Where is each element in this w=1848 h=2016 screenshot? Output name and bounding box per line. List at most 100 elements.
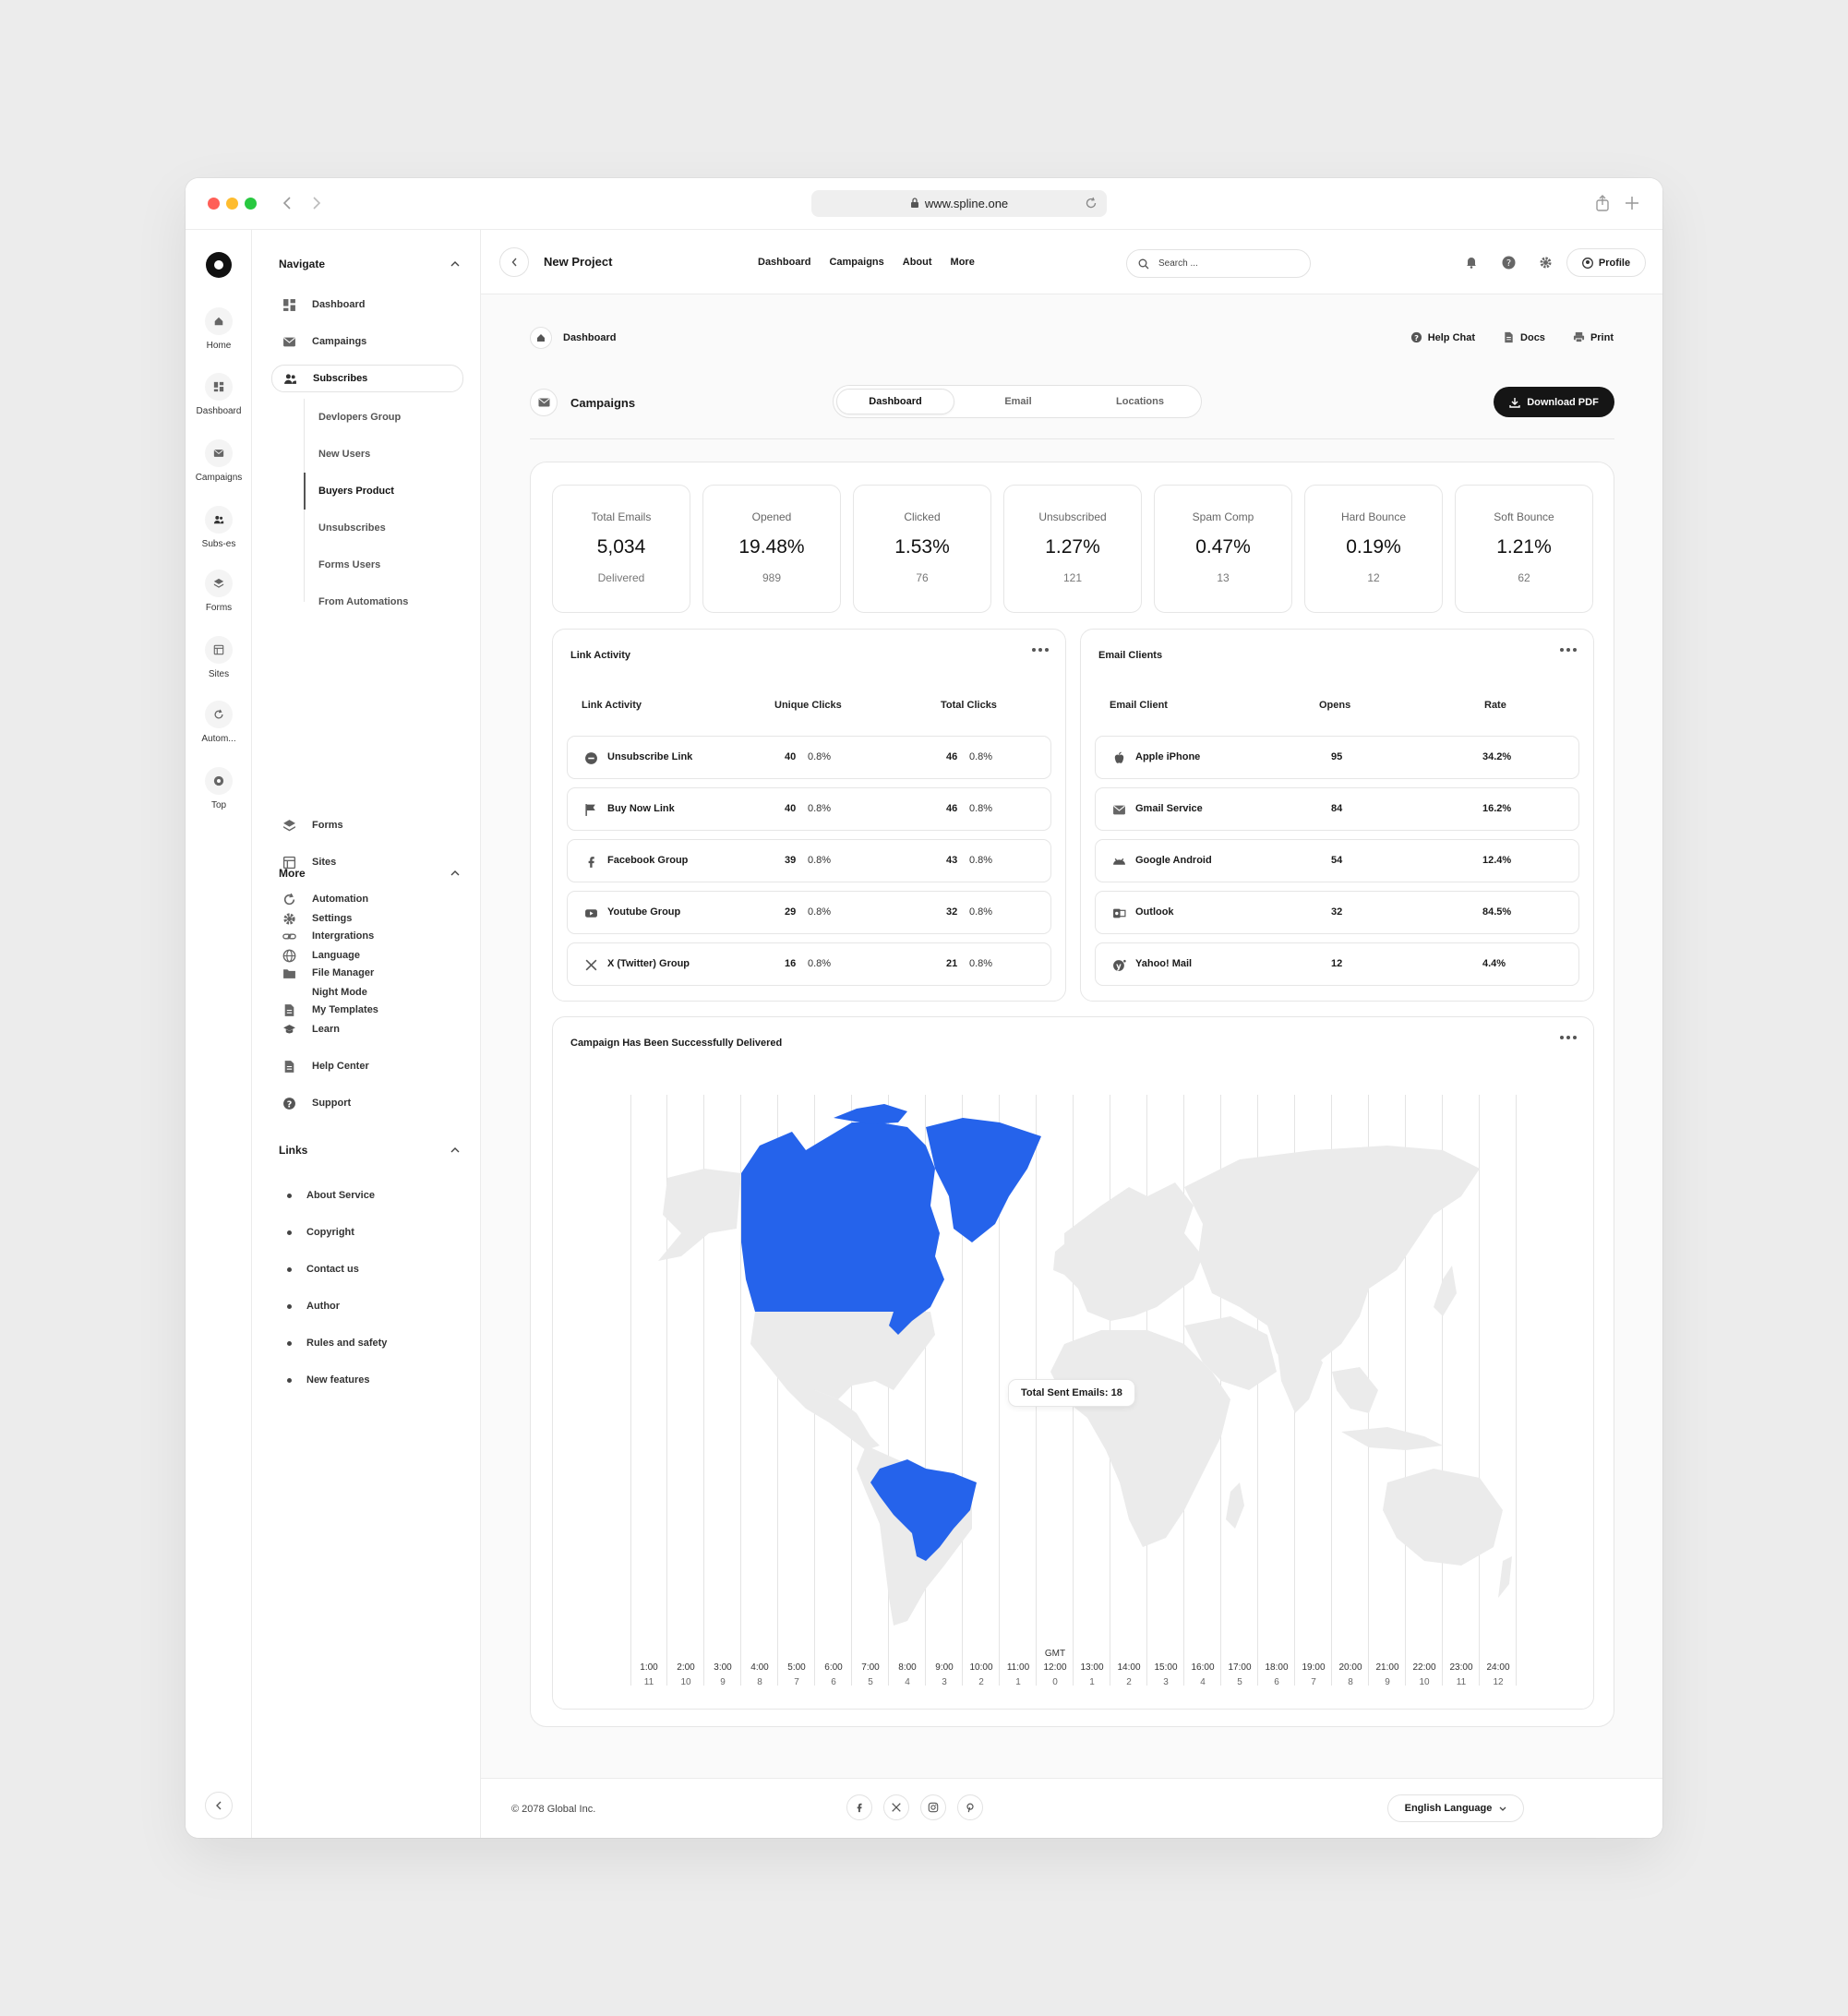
chevron-up-icon[interactable] [450, 1147, 460, 1153]
back-button[interactable] [499, 247, 529, 277]
sidebar-item-night-mode[interactable]: Night Mode [282, 978, 462, 1006]
link-item-rules-and-safety[interactable]: Rules and safety [282, 1329, 462, 1357]
table-row[interactable]: Facebook Group 39 0.8% 43 0.8% [567, 839, 1051, 882]
stat-card-clicked: Clicked 1.53% 76 [853, 485, 991, 613]
link-item-contact-us[interactable]: Contact us [282, 1255, 462, 1283]
subnav-item-buyers-product[interactable]: Buyers Product [318, 482, 394, 500]
file-icon [282, 1059, 297, 1074]
table-row[interactable]: y Yahoo! Mail 12 4.4% [1095, 942, 1579, 986]
table-row[interactable]: Buy Now Link 40 0.8% 46 0.8% [567, 787, 1051, 831]
tab-email[interactable]: Email [959, 389, 1077, 414]
rail-item-home[interactable]: Home [186, 307, 252, 351]
rail-item-forms[interactable]: Forms [186, 570, 252, 613]
maximize-window-button[interactable] [245, 198, 257, 210]
link-item-copyright[interactable]: Copyright [282, 1218, 462, 1246]
rail-item-dashboard[interactable]: Dashboard [186, 373, 252, 416]
unique-clicks-pct: 0.8% [808, 803, 832, 814]
total-clicks: 46 [946, 803, 958, 814]
table-row[interactable]: Apple iPhone 95 34.2% [1095, 736, 1579, 779]
language-select[interactable]: English Language [1387, 1794, 1524, 1822]
share-icon[interactable] [1592, 193, 1613, 213]
facebook-icon[interactable] [846, 1794, 872, 1820]
print-button[interactable]: Print [1573, 331, 1614, 343]
more-options-icon[interactable] [1560, 648, 1577, 652]
top-menu-campaigns[interactable]: Campaigns [829, 257, 883, 268]
more-options-icon[interactable] [1560, 1036, 1577, 1039]
subnav-item-from-automations[interactable]: From Automations [318, 593, 408, 611]
chevron-up-icon[interactable] [450, 261, 460, 267]
subnav-item-unsubscribes[interactable]: Unsubscribes [318, 519, 386, 537]
table-row[interactable]: Unsubscribe Link 40 0.8% 46 0.8% [567, 736, 1051, 779]
chevron-up-icon[interactable] [450, 870, 460, 876]
timezone-time-label: 7:00 [861, 1662, 880, 1673]
help-icon[interactable]: ? [1502, 256, 1516, 274]
rail-item-campaigns[interactable]: Campaigns [186, 439, 252, 483]
breadcrumb[interactable]: Dashboard [530, 327, 616, 349]
sidebar-item-dashboard[interactable]: Dashboard [282, 291, 462, 318]
nav-section-links[interactable]: Links [279, 1144, 460, 1157]
close-window-button[interactable] [208, 198, 220, 210]
pinterest-icon[interactable] [957, 1794, 983, 1820]
profile-label: Profile [1598, 257, 1631, 269]
rail-item-top[interactable]: Top [186, 767, 252, 810]
timezone-time-label: 2:00 [677, 1662, 695, 1673]
sidebar-item-subscribes[interactable]: Subscribes [271, 365, 463, 392]
nav-section-navigate[interactable]: Navigate [279, 258, 460, 270]
link-item-new-features[interactable]: New features [282, 1366, 462, 1394]
nav-section-more[interactable]: More [279, 867, 460, 880]
rail-item-sites[interactable]: Sites [186, 636, 252, 679]
sidebar-item-forms[interactable]: Forms [282, 811, 462, 839]
app-logo-icon[interactable] [206, 252, 232, 278]
top-menu-more[interactable]: More [951, 257, 975, 268]
link-item-about-service[interactable]: About Service [282, 1182, 462, 1209]
reload-icon[interactable] [1085, 197, 1098, 212]
timezone-time-label: 24:00 [1486, 1662, 1510, 1673]
forward-arrow-icon[interactable] [306, 193, 326, 213]
table-row[interactable]: Outlook 32 84.5% [1095, 891, 1579, 934]
address-bar[interactable]: www.spline.one [811, 190, 1107, 217]
download-pdf-button[interactable]: Download PDF [1494, 387, 1614, 417]
table-row[interactable]: Google Android 54 12.4% [1095, 839, 1579, 882]
unique-clicks: 39 [785, 855, 797, 866]
bell-icon[interactable] [1465, 256, 1478, 273]
top-menu-dashboard[interactable]: Dashboard [758, 257, 810, 268]
sidebar-item-learn[interactable]: Learn [282, 1015, 462, 1043]
help-chat-button[interactable]: ? Help Chat [1410, 331, 1475, 343]
table-row[interactable]: Youtube Group 29 0.8% 32 0.8% [567, 891, 1051, 934]
profile-button[interactable]: Profile [1566, 248, 1646, 277]
table-row[interactable]: X (Twitter) Group 16 0.8% 21 0.8% [567, 942, 1051, 986]
stat-card-total-emails: Total Emails 5,034 Delivered [552, 485, 690, 613]
table-row[interactable]: Gmail Service 84 16.2% [1095, 787, 1579, 831]
link-item-author[interactable]: Author [282, 1292, 462, 1320]
sidebar-item-help-center[interactable]: Help Center [282, 1052, 462, 1080]
subnav-item-forms-users[interactable]: Forms Users [318, 556, 380, 574]
greenland [926, 1118, 1041, 1242]
subnav-item-devlopers-group[interactable]: Devlopers Group [318, 408, 401, 426]
stat-value: 0.19% [1346, 536, 1401, 558]
tab-locations[interactable]: Locations [1081, 389, 1199, 414]
sidebar-item-support[interactable]: ? Support [282, 1089, 462, 1117]
rail-item-subs-es[interactable]: Subs-es [186, 506, 252, 549]
top-menu-about[interactable]: About [903, 257, 932, 268]
sidebar-item-language[interactable]: Language [282, 942, 462, 969]
rail-item-autom[interactable]: Autom... [186, 701, 252, 744]
home-icon[interactable] [530, 327, 552, 349]
new-tab-icon[interactable] [1622, 193, 1642, 213]
stat-value: 1.21% [1496, 536, 1552, 558]
docs-button[interactable]: Docs [1503, 331, 1545, 343]
collapse-sidebar-button[interactable] [205, 1792, 233, 1819]
stat-label: Unsubscribed [1038, 510, 1107, 523]
sidebar-item-settings[interactable]: Settings [282, 905, 462, 932]
search-box[interactable]: Search ... [1126, 249, 1311, 278]
browser-window: www.spline.one Home Dashboard Campaigns Sub… [186, 178, 1662, 1838]
subnav-item-new-users[interactable]: New Users [318, 445, 370, 463]
back-arrow-icon[interactable] [278, 193, 298, 213]
gear-icon[interactable] [1539, 256, 1553, 274]
tab-dashboard[interactable]: Dashboard [836, 389, 954, 414]
sidebar-item-campaings[interactable]: Campaings [282, 328, 462, 355]
more-options-icon[interactable] [1032, 648, 1049, 652]
minimize-window-button[interactable] [226, 198, 238, 210]
x-icon[interactable] [883, 1794, 909, 1820]
instagram-icon[interactable] [920, 1794, 946, 1820]
search-input[interactable]: Search ... [1158, 258, 1198, 269]
